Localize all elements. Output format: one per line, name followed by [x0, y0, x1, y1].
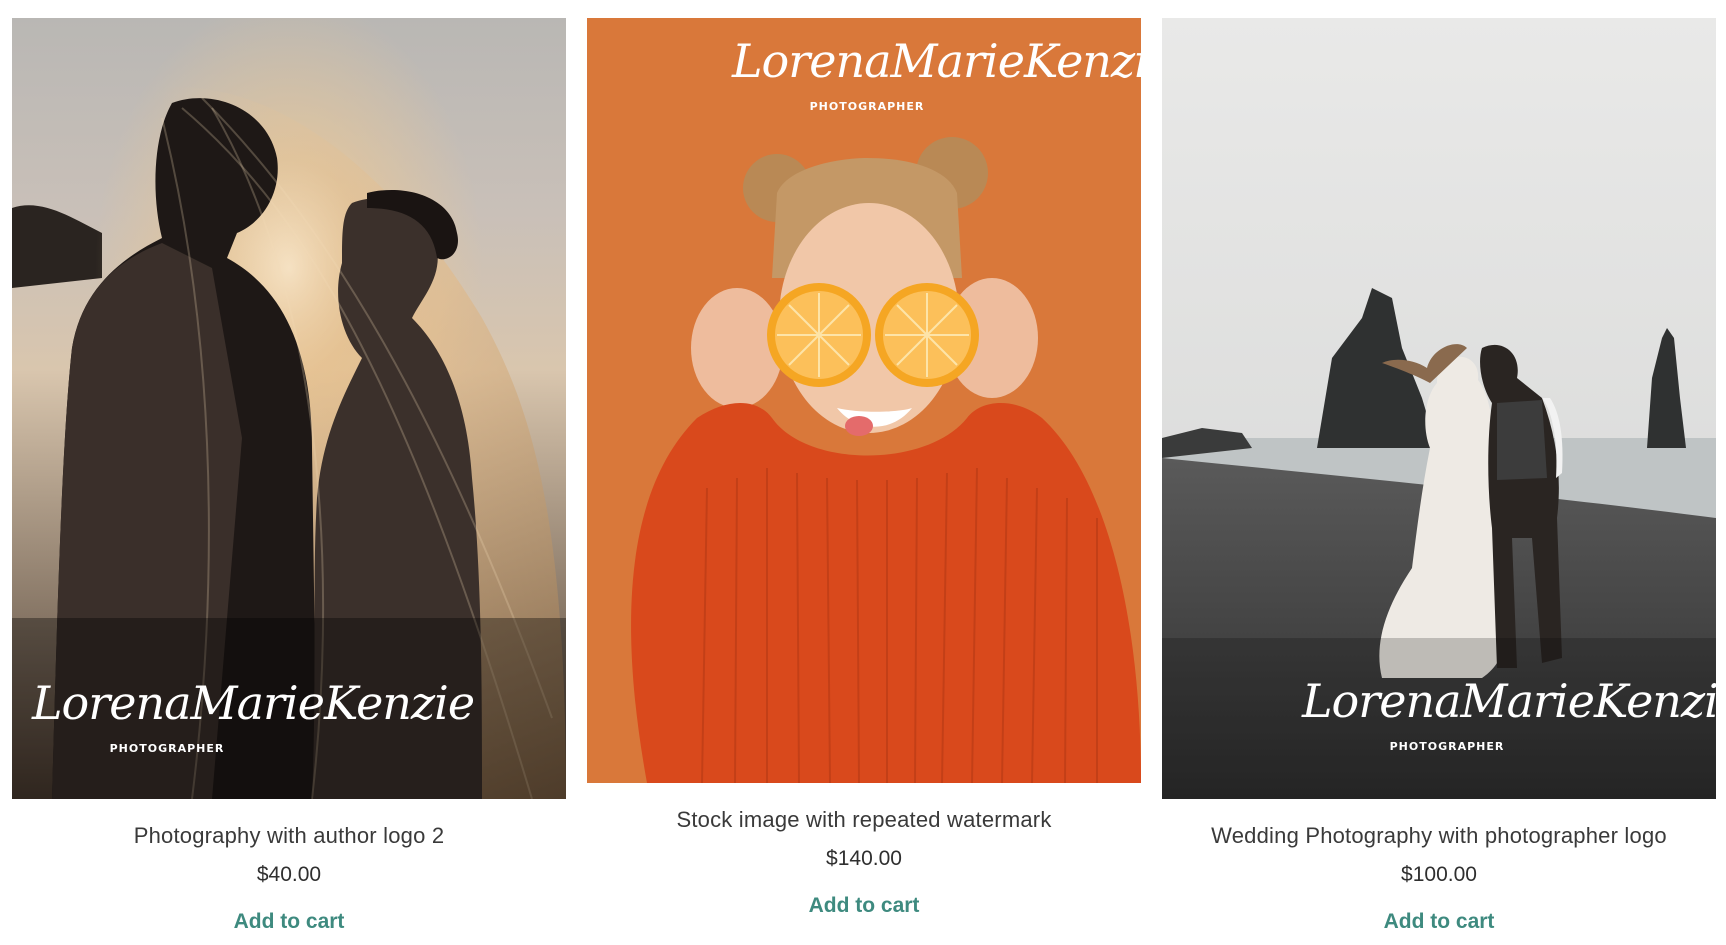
watermark-subtitle: PHOTOGRAPHER	[1389, 740, 1505, 753]
watermark-subtitle: PHOTOGRAPHER	[809, 100, 925, 113]
product-image[interactable]: LorenaMarieKenzie PHOTOGRAPHER	[12, 18, 566, 799]
watermark-subtitle: PHOTOGRAPHER	[109, 742, 225, 755]
watermark-logo: LorenaMarieKenzie	[32, 676, 475, 730]
product-price: $40.00	[256, 863, 322, 886]
product-card: LorenaMarieKenzie PHOTOGRAPHER Stock ima…	[587, 18, 1141, 921]
add-to-cart-button[interactable]: Add to cart	[809, 891, 920, 921]
add-to-cart-button[interactable]: Add to cart	[1384, 907, 1495, 937]
watermark: LorenaMarieKenzie PHOTOGRAPHER	[1302, 674, 1716, 753]
watermark: LorenaMarieKenzie PHOTOGRAPHER	[732, 34, 1141, 113]
add-to-cart-button[interactable]: Add to cart	[234, 907, 345, 937]
watermark: LorenaMarieKenzie PHOTOGRAPHER	[32, 676, 475, 755]
product-image[interactable]: LorenaMarieKenzie PHOTOGRAPHER	[587, 18, 1141, 783]
product-info: Photography with author logo 2 $40.00 Ad…	[12, 821, 566, 937]
product-card: LorenaMarieKenzie PHOTOGRAPHER Photograp…	[12, 18, 566, 937]
product-price: $140.00	[826, 847, 902, 870]
watermark-logo: LorenaMarieKenzie	[732, 34, 1141, 88]
orange-portrait-photo	[587, 18, 1141, 783]
watermark-logo: LorenaMarieKenzie	[1302, 674, 1716, 728]
product-card: LorenaMarieKenzie PHOTOGRAPHER Wedding P…	[1162, 18, 1716, 937]
product-info: Wedding Photography with photographer lo…	[1162, 821, 1716, 937]
product-title[interactable]: Wedding Photography with photographer lo…	[1162, 821, 1716, 851]
product-image[interactable]: LorenaMarieKenzie PHOTOGRAPHER	[1162, 18, 1716, 799]
product-title[interactable]: Stock image with repeated watermark	[587, 805, 1141, 835]
product-price: $100.00	[1401, 863, 1477, 886]
product-title[interactable]: Photography with author logo 2	[12, 821, 566, 851]
product-info: Stock image with repeated watermark $140…	[587, 805, 1141, 921]
